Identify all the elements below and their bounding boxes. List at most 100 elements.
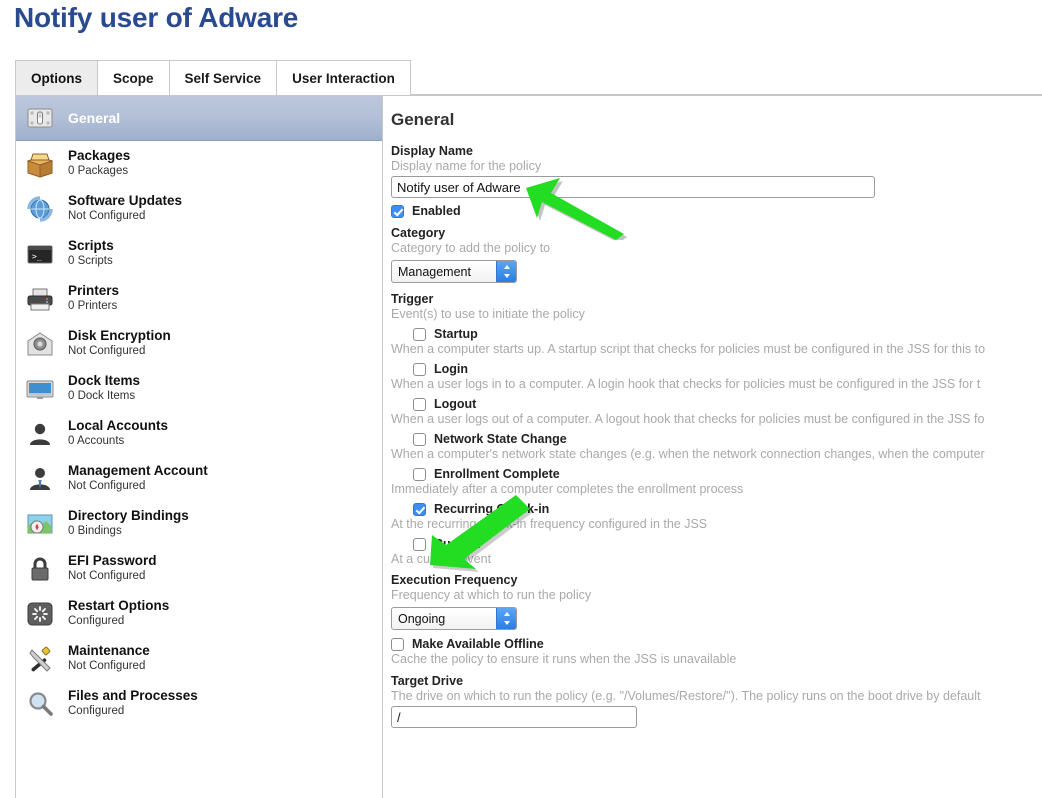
execution-frequency-label: Execution Frequency bbox=[391, 573, 518, 587]
tab-options[interactable]: Options bbox=[15, 60, 98, 95]
sidebar-item-software-updates[interactable]: Software Updates Not Configured bbox=[16, 186, 382, 231]
sidebar-item-sublabel: Not Configured bbox=[68, 209, 146, 222]
map-compass-icon bbox=[24, 508, 56, 540]
trigger-recurring-checkin-desc: At the recurring check-in frequency conf… bbox=[391, 517, 708, 531]
make-available-offline-checkbox[interactable] bbox=[391, 637, 404, 651]
sidebar-item-sublabel: Not Configured bbox=[68, 659, 146, 672]
tab-self-service[interactable]: Self Service bbox=[169, 60, 278, 95]
category-select-value: Management bbox=[398, 264, 471, 279]
trigger-hint: Event(s) to use to initiate the policy bbox=[391, 307, 585, 321]
software-update-icon bbox=[24, 193, 56, 225]
make-available-offline-row[interactable]: Make Available Offline bbox=[391, 637, 1042, 651]
target-drive-input[interactable] bbox=[391, 706, 637, 728]
display-name-hint: Display name for the policy bbox=[391, 159, 542, 173]
lock-icon bbox=[24, 553, 56, 585]
sidebar-item-sublabel: 0 Accounts bbox=[68, 434, 125, 447]
sidebar-item-label: Software Updates bbox=[68, 193, 183, 209]
sidebar-item-sublabel: 0 Scripts bbox=[68, 254, 113, 267]
trigger-network-state-change-row[interactable]: Network State Change bbox=[413, 432, 1042, 446]
execution-frequency-hint: Frequency at which to run the policy bbox=[391, 588, 592, 602]
sidebar-item-text: Management Account Not Configured bbox=[68, 463, 208, 493]
enabled-checkbox-row[interactable]: Enabled bbox=[391, 204, 1042, 218]
trigger-logout-checkbox[interactable] bbox=[413, 397, 426, 411]
sidebar-item-dock-items[interactable]: Dock Items 0 Dock Items bbox=[16, 366, 382, 411]
trigger-network-state-change-label: Network State Change bbox=[434, 432, 567, 446]
category-hint: Category to add the policy to bbox=[391, 241, 551, 255]
chevron-updown-icon[interactable] bbox=[496, 261, 516, 282]
sidebar-item-label: Disk Encryption bbox=[68, 328, 171, 344]
trigger-startup-checkbox[interactable] bbox=[413, 327, 426, 341]
display-name-input[interactable] bbox=[391, 176, 875, 198]
sidebar-item-text: EFI Password Not Configured bbox=[68, 553, 157, 583]
sidebar-item-label: Local Accounts bbox=[68, 418, 169, 434]
trigger-logout-row[interactable]: Logout bbox=[413, 397, 1042, 411]
sidebar-item-files-and-processes[interactable]: Files and Processes Configured bbox=[16, 681, 382, 726]
switch-icon bbox=[24, 102, 56, 134]
sidebar-item-maintenance[interactable]: Maintenance Not Configured bbox=[16, 636, 382, 681]
sidebar-item-efi-password[interactable]: EFI Password Not Configured bbox=[16, 546, 382, 591]
sidebar-item-sublabel: Configured bbox=[68, 704, 125, 717]
enabled-checkbox[interactable] bbox=[391, 204, 404, 218]
sidebar-item-printers[interactable]: Printers 0 Printers bbox=[16, 276, 382, 321]
sidebar-item-label: Management Account bbox=[68, 463, 208, 479]
sidebar-item-text: Printers 0 Printers bbox=[68, 283, 119, 313]
sidebar-item-label: Packages bbox=[68, 148, 131, 164]
trigger-recurring-checkin-checkbox[interactable] bbox=[413, 502, 426, 516]
sidebar-item-label: General bbox=[68, 109, 121, 126]
svg-text:>_: >_ bbox=[32, 252, 42, 261]
trigger-startup-desc: When a computer starts up. A startup scr… bbox=[391, 342, 986, 356]
panel-heading: General bbox=[391, 110, 455, 129]
trigger-enrollment-complete-checkbox[interactable] bbox=[413, 467, 426, 481]
execution-frequency-select[interactable]: Ongoing bbox=[391, 607, 517, 630]
general-payload-panel: General Display Name Display name for th… bbox=[383, 96, 1042, 798]
trigger-custom-row[interactable]: Custom bbox=[413, 537, 1042, 551]
trigger-login-row[interactable]: Login bbox=[413, 362, 1042, 376]
sidebar-item-text: Local Accounts 0 Accounts bbox=[68, 418, 168, 448]
content-area: General Packages 0 Packages Software Upd… bbox=[15, 96, 1042, 798]
payload-sidebar: General Packages 0 Packages Software Upd… bbox=[15, 96, 383, 798]
sidebar-item-restart-options[interactable]: Restart Options Configured bbox=[16, 591, 382, 636]
chevron-updown-icon[interactable] bbox=[496, 608, 516, 629]
trigger-custom-label: Custom bbox=[434, 537, 481, 551]
sidebar-item-label: Dock Items bbox=[68, 373, 141, 389]
tab-user-interaction[interactable]: User Interaction bbox=[277, 60, 411, 95]
user-tie-icon bbox=[24, 463, 56, 495]
sidebar-item-sublabel: Not Configured bbox=[68, 344, 146, 357]
trigger-network-state-change-checkbox[interactable] bbox=[413, 432, 426, 446]
sidebar-item-label: Maintenance bbox=[68, 643, 150, 659]
filevault-house-icon bbox=[24, 328, 56, 360]
sidebar-item-directory-bindings[interactable]: Directory Bindings 0 Bindings bbox=[16, 501, 382, 546]
magnifier-icon bbox=[24, 688, 56, 720]
sidebar-item-text: Dock Items 0 Dock Items bbox=[68, 373, 140, 403]
sidebar-item-local-accounts[interactable]: Local Accounts 0 Accounts bbox=[16, 411, 382, 456]
sidebar-item-packages[interactable]: Packages 0 Packages bbox=[16, 141, 382, 186]
trigger-login-desc: When a user logs in to a computer. A log… bbox=[391, 377, 981, 391]
sidebar-item-label: EFI Password bbox=[68, 553, 157, 569]
sidebar-item-general[interactable]: General bbox=[16, 96, 382, 141]
sidebar-item-disk-encryption[interactable]: Disk Encryption Not Configured bbox=[16, 321, 382, 366]
trigger-login-checkbox[interactable] bbox=[413, 362, 426, 376]
sidebar-item-management-account[interactable]: Management Account Not Configured bbox=[16, 456, 382, 501]
trigger-options: Startup When a computer starts up. A sta… bbox=[391, 327, 1042, 566]
package-box-icon bbox=[24, 148, 56, 180]
target-drive-label: Target Drive bbox=[391, 674, 464, 688]
sidebar-item-text: Maintenance Not Configured bbox=[68, 643, 150, 673]
trigger-startup-row[interactable]: Startup bbox=[413, 327, 1042, 341]
trigger-recurring-checkin-label: Recurring Check-in bbox=[434, 502, 550, 516]
trigger-enrollment-complete-row[interactable]: Enrollment Complete bbox=[413, 467, 1042, 481]
sidebar-item-label: Printers bbox=[68, 283, 120, 299]
trigger-logout-label: Logout bbox=[434, 397, 477, 411]
sidebar-item-text: Restart Options Configured bbox=[68, 598, 169, 628]
sidebar-item-text: Scripts 0 Scripts bbox=[68, 238, 114, 268]
sidebar-item-scripts[interactable]: >_ Scripts 0 Scripts bbox=[16, 231, 382, 276]
trigger-enrollment-complete-desc: Immediately after a computer completes t… bbox=[391, 482, 744, 496]
trigger-custom-desc: At a custom event bbox=[391, 552, 492, 566]
execution-frequency-select-value: Ongoing bbox=[398, 611, 446, 626]
target-drive-hint: The drive on which to run the policy (e.… bbox=[391, 689, 981, 703]
page-title: Notify user of Adware bbox=[14, 2, 299, 33]
sidebar-item-label: Files and Processes bbox=[68, 688, 198, 704]
trigger-recurring-checkin-row[interactable]: Recurring Check-in bbox=[413, 502, 1042, 516]
trigger-custom-checkbox[interactable] bbox=[413, 537, 426, 551]
tab-scope[interactable]: Scope bbox=[98, 60, 170, 95]
category-select[interactable]: Management bbox=[391, 260, 517, 283]
